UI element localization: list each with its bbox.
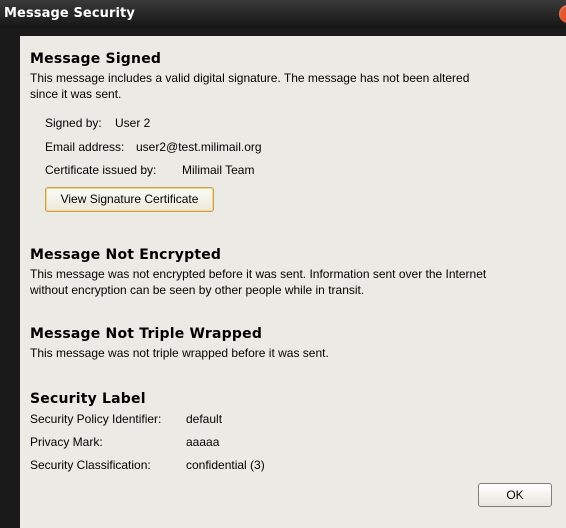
signed-description-line2: since it was sent. [30, 87, 122, 101]
security-label-heading: Security Label [30, 391, 146, 407]
encrypted-description-line2: without encryption can be seen by other … [30, 283, 365, 297]
privacy-mark-value: aaaaa [186, 435, 220, 449]
encrypted-heading: Message Not Encrypted [30, 247, 222, 263]
message-security-window: Message Security Message Signed This mes… [0, 0, 566, 528]
signed-by-label: Signed by: [45, 116, 102, 130]
security-classification-label: Security Classification: [30, 458, 151, 472]
security-classification-value: confidential (3) [186, 458, 265, 472]
policy-identifier-label: Security Policy Identifier: [30, 412, 162, 426]
signed-heading: Message Signed [30, 51, 162, 67]
encrypted-description-line1: This message was not encrypted before it… [30, 267, 487, 281]
wrapped-description: This message was not triple wrapped befo… [30, 346, 329, 360]
email-label: Email address: [45, 140, 125, 154]
view-signature-certificate-button[interactable]: View Signature Certificate [45, 187, 214, 212]
email-value: user2@test.milimail.org [136, 140, 262, 154]
ok-button[interactable]: OK [478, 483, 552, 507]
title-bar[interactable]: Message Security [0, 0, 566, 28]
signed-by-value: User 2 [115, 116, 151, 130]
dialog-content: Message Signed This message includes a v… [20, 36, 566, 528]
issuer-value: Milimail Team [182, 163, 255, 177]
wrapped-heading: Message Not Triple Wrapped [30, 326, 263, 342]
policy-identifier-value: default [186, 412, 223, 426]
privacy-mark-label: Privacy Mark: [30, 435, 103, 449]
signed-description-line1: This message includes a valid digital si… [30, 71, 470, 85]
close-icon[interactable] [559, 5, 566, 23]
window-title: Message Security [4, 6, 135, 21]
issuer-label: Certificate issued by: [45, 163, 157, 177]
